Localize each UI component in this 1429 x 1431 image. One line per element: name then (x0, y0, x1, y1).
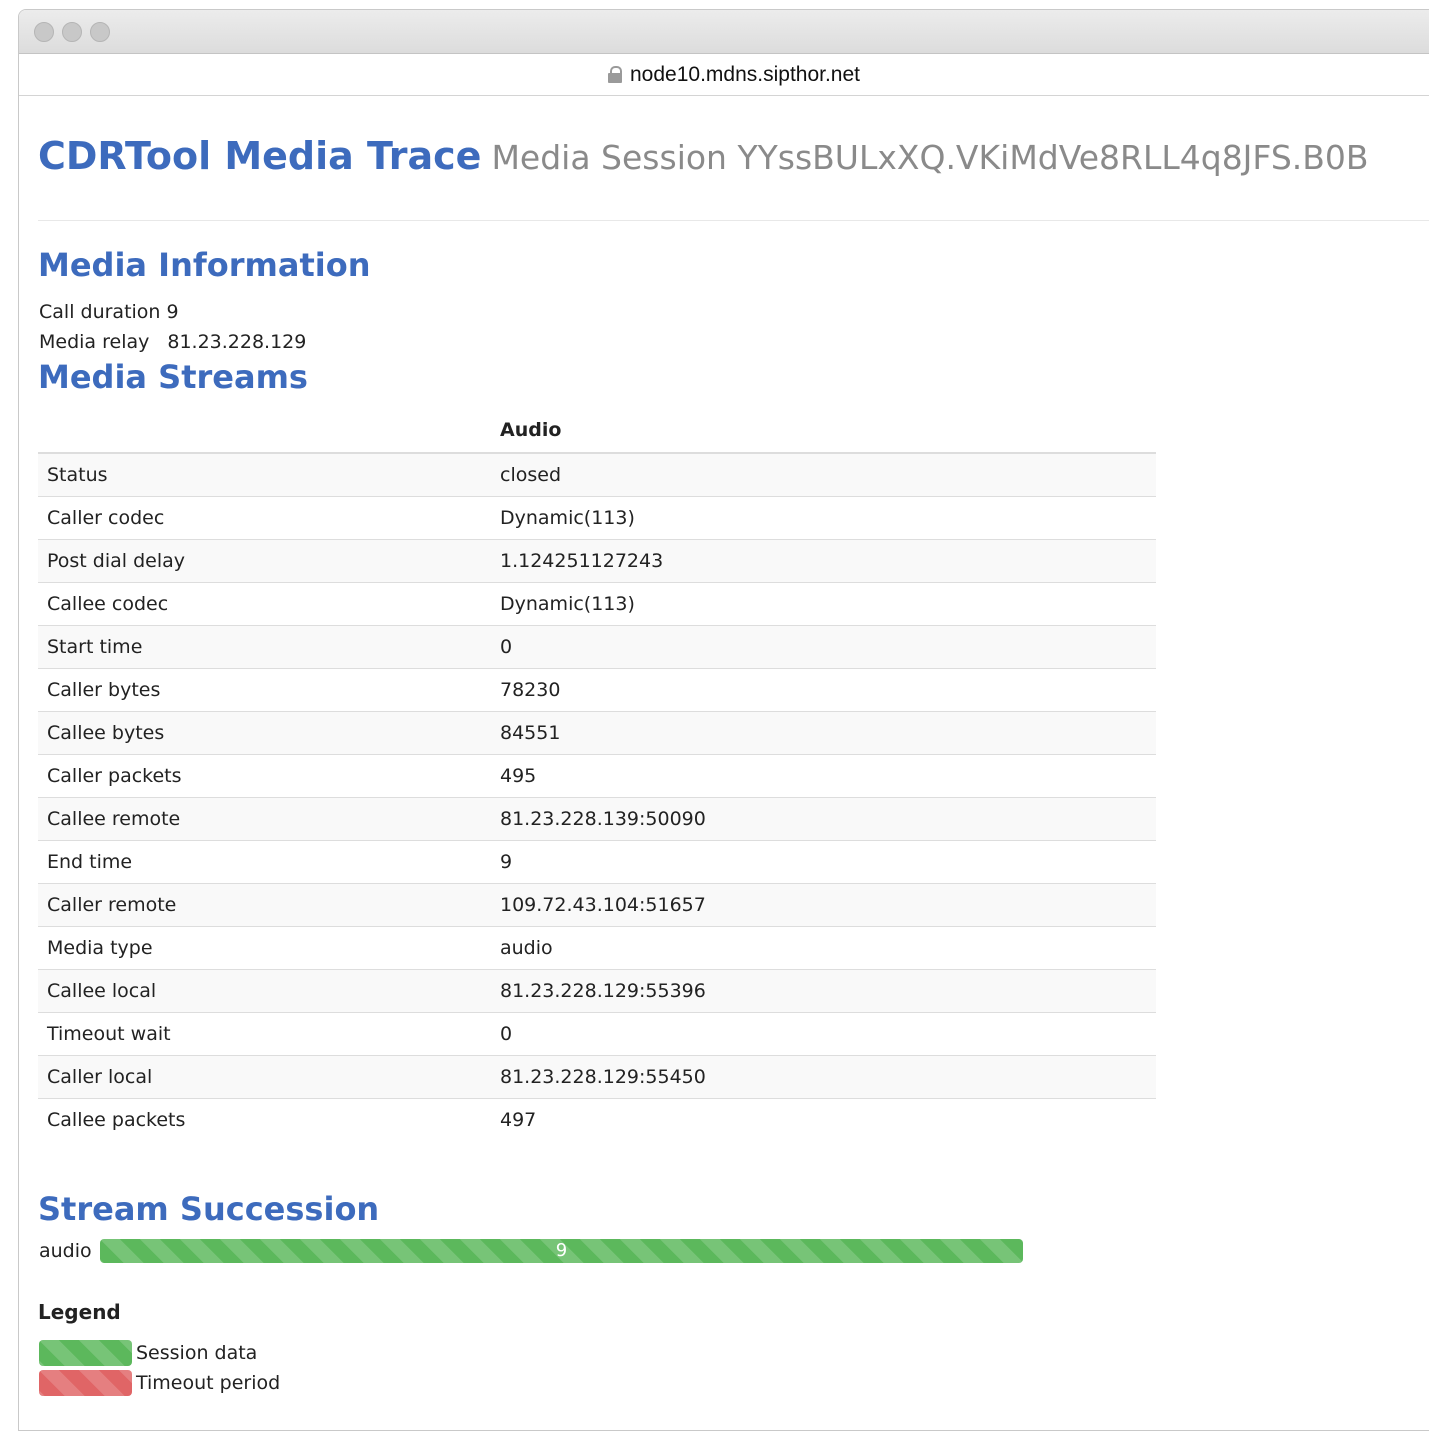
table-row: Caller codec Dynamic(113) (38, 496, 1156, 540)
row-label: Caller local (38, 1055, 491, 1099)
row-value: 81.23.228.139:50090 (491, 797, 1156, 841)
page-title: CDRTool Media Trace (38, 134, 482, 178)
media-relay-line: Media relay 81.23.228.129 (39, 331, 306, 353)
row-value: 9 (491, 840, 1156, 884)
bar-value-label: 9 (555, 1240, 568, 1261)
table-row: Callee packets 497 (38, 1098, 1156, 1141)
media-streams-heading: Media Streams (38, 358, 308, 396)
table-row: Caller local 81.23.228.129:55450 (38, 1055, 1156, 1099)
row-value: 0 (491, 625, 1156, 669)
table-row: Post dial delay 1.124251127243 (38, 539, 1156, 583)
row-value: closed (491, 453, 1156, 497)
row-value: 81.23.228.129:55450 (491, 1055, 1156, 1099)
row-label: Caller remote (38, 883, 491, 927)
table-row: Caller packets 495 (38, 754, 1156, 798)
url-text: node10.mdns.sipthor.net (630, 63, 860, 86)
row-value: 84551 (491, 711, 1156, 755)
session-data-bar: 9 (100, 1239, 1023, 1263)
table-row: Caller bytes 78230 (38, 668, 1156, 712)
minimize-window-button[interactable] (62, 22, 82, 42)
zoom-window-button[interactable] (90, 22, 110, 42)
row-label: Caller codec (38, 496, 491, 540)
page-content: CDRTool Media Trace Media Session YYssBUL… (38, 96, 1429, 1430)
legend-title: Legend (38, 1300, 121, 1324)
row-value: 1.124251127243 (491, 539, 1156, 583)
table-row: Callee local 81.23.228.129:55396 (38, 969, 1156, 1013)
row-label: Callee local (38, 969, 491, 1013)
browser-window: node10.mdns.sipthor.net CDRTool Media Tr… (18, 9, 1429, 1431)
call-duration-value: 9 (166, 301, 179, 323)
row-label: Callee packets (38, 1098, 491, 1141)
row-label: Callee bytes (38, 711, 491, 755)
table-row: Callee codec Dynamic(113) (38, 582, 1156, 626)
timeout-period-swatch (39, 1370, 132, 1396)
row-label: Callee remote (38, 797, 491, 841)
row-value: audio (491, 926, 1156, 970)
row-label: End time (38, 840, 491, 884)
header-divider (38, 220, 1429, 221)
row-value: 497 (491, 1098, 1156, 1141)
row-label: Caller packets (38, 754, 491, 798)
legend-label-timeout-period: Timeout period (136, 1372, 281, 1394)
page-header: CDRTool Media Trace Media Session YYssBUL… (38, 134, 1369, 178)
media-streams-table: Audio Status closed Caller codec Dynamic(11… (38, 408, 1156, 1141)
close-window-button[interactable] (34, 22, 54, 42)
title-bar (19, 10, 1429, 54)
row-label: Post dial delay (38, 539, 491, 583)
table-row: End time 9 (38, 840, 1156, 884)
row-value: 78230 (491, 668, 1156, 712)
lock-icon (608, 66, 622, 83)
table-row: Timeout wait 0 (38, 1012, 1156, 1056)
legend-label-session-data: Session data (136, 1342, 258, 1364)
stream-label: audio (39, 1240, 92, 1262)
stream-succession-heading: Stream Succession (38, 1190, 380, 1228)
table-row: Media type audio (38, 926, 1156, 970)
page-subtitle: Media Session YYssBULxXQ.VKiMdVe8RLL4q8J… (491, 138, 1369, 177)
table-row: Status closed (38, 453, 1156, 497)
call-duration-line: Call duration 9 (39, 301, 179, 323)
table-row: Caller remote 109.72.43.104:51657 (38, 883, 1156, 927)
table-row: Callee remote 81.23.228.139:50090 (38, 797, 1156, 841)
row-value: 0 (491, 1012, 1156, 1056)
row-label: Timeout wait (38, 1012, 491, 1056)
address-bar[interactable]: node10.mdns.sipthor.net (19, 54, 1429, 96)
media-relay-label: Media relay (39, 331, 150, 353)
media-relay-value: 81.23.228.129 (167, 331, 307, 353)
row-label: Media type (38, 926, 491, 970)
table-header-row: Audio (38, 408, 1156, 454)
audio-column-header: Audio (491, 408, 1156, 454)
media-information-heading: Media Information (38, 246, 371, 284)
row-label: Callee codec (38, 582, 491, 626)
row-value: 495 (491, 754, 1156, 798)
table-row: Callee bytes 84551 (38, 711, 1156, 755)
row-label: Start time (38, 625, 491, 669)
table-header-blank (38, 408, 491, 454)
row-value: Dynamic(113) (491, 582, 1156, 626)
table-row: Start time 0 (38, 625, 1156, 669)
call-duration-label: Call duration (39, 301, 161, 323)
row-label: Status (38, 453, 491, 497)
row-value: 81.23.228.129:55396 (491, 969, 1156, 1013)
session-data-swatch (39, 1340, 132, 1366)
row-label: Caller bytes (38, 668, 491, 712)
row-value: Dynamic(113) (491, 496, 1156, 540)
row-value: 109.72.43.104:51657 (491, 883, 1156, 927)
